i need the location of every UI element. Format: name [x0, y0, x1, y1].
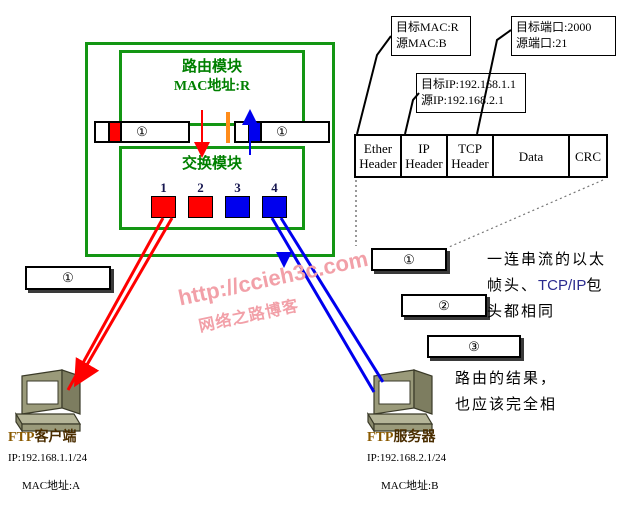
note-stream: 一连串流的以太帧头、TCP/IP包头都相同	[487, 247, 612, 319]
interface-circle-right: ①	[276, 124, 288, 139]
note-stream-tcpip: TCP/IP	[538, 277, 587, 294]
port-number-2: 2	[197, 180, 204, 195]
note-result-line1: 路由的结果，	[455, 370, 558, 387]
frame-cell-tcp-line2: Header	[451, 156, 489, 171]
callout-mac-src: 源MAC:B	[396, 36, 447, 50]
numbox-left-one: ①	[25, 266, 111, 290]
frame-cell-tcp: TCP Header	[448, 136, 494, 176]
numbox-one: ①	[371, 248, 447, 271]
callout-mac: 目标MAC:R 源MAC:B	[391, 16, 471, 56]
client-mac: MAC地址:A	[22, 480, 81, 492]
frame-cell-ip-line2: Header	[405, 156, 443, 171]
client-computer-icon	[14, 369, 82, 433]
frame-cell-ip-line1: IP	[418, 141, 430, 156]
ethernet-frame-table: Ether Header IP Header TCP Header Data C…	[354, 134, 608, 178]
callout-ip-src: 源IP:192.168.2.1	[421, 93, 505, 107]
frame-cell-ip: IP Header	[402, 136, 448, 176]
routing-module-label: 路由模块 MAC地址:R	[119, 57, 305, 97]
port-square-2[interactable]	[188, 196, 213, 218]
numbox-three: ③	[427, 335, 521, 358]
frame-cell-data: Data	[494, 136, 570, 176]
leader-line-mac	[356, 35, 392, 135]
client-label-name: 客户端	[34, 430, 77, 445]
routing-module-title: 路由模块	[181, 59, 242, 75]
client-label: FTP客户端	[8, 426, 76, 446]
frame-cell-ether: Ether Header	[356, 136, 402, 176]
callout-mac-dest: 目标MAC:R	[396, 20, 459, 34]
frame-cell-tcp-line1: TCP	[458, 141, 482, 156]
callout-port: 目标端口:2000 源端口:21	[511, 16, 616, 56]
note-result-line2: 也应该完全相	[455, 396, 558, 413]
callout-port-dest: 目标端口:2000	[516, 20, 592, 34]
port-square-4[interactable]	[262, 196, 287, 218]
server-computer-icon	[366, 369, 434, 433]
port-number-1: 1	[160, 180, 167, 195]
note-stream-last: 相同	[521, 303, 556, 319]
server-label-prefix: FTP	[367, 430, 394, 445]
client-label-prefix: FTP	[8, 430, 35, 445]
port-square-1[interactable]	[151, 196, 176, 218]
callout-ip-dest: 目标IP:192.168.1.1	[421, 77, 517, 91]
note-result: 路由的结果， 也应该完全相 同	[455, 366, 595, 414]
routing-module-mac: MAC地址:R	[173, 79, 251, 94]
frame-cell-crc: CRC	[570, 136, 606, 176]
diagram-canvas: 路由模块 MAC地址:R 交换模块 ① ① 1 2 3 4 Ether Head…	[0, 0, 638, 511]
server-mac: MAC地址:B	[381, 480, 439, 492]
interface-bar-right: ①	[234, 121, 330, 143]
interface-circle-left: ①	[136, 124, 148, 139]
server-ip: IP:192.168.2.1/24	[367, 452, 447, 464]
frame-cell-data-line1: Data	[518, 148, 544, 164]
port-number-4: 4	[271, 180, 278, 195]
switching-module-label: 交换模块	[181, 156, 242, 172]
callout-port-src: 源端口:21	[516, 36, 568, 50]
server-label: FTP服务器	[367, 426, 435, 446]
frame-cell-ether-line1: Ether	[363, 141, 393, 156]
server-label-name: 服务器	[393, 430, 436, 445]
numbox-two: ②	[401, 294, 487, 317]
dotted-line-frame-right	[448, 179, 604, 248]
client-ip: IP:192.168.1.1/24	[8, 452, 88, 464]
frame-cell-crc-line1: CRC	[574, 148, 601, 164]
port-square-3[interactable]	[225, 196, 250, 218]
frame-cell-ether-line2: Header	[359, 156, 397, 171]
interface-bar-left: ①	[94, 121, 190, 143]
port-number-3: 3	[234, 180, 241, 195]
callout-ip: 目标IP:192.168.1.1 源IP:192.168.2.1	[416, 73, 526, 113]
